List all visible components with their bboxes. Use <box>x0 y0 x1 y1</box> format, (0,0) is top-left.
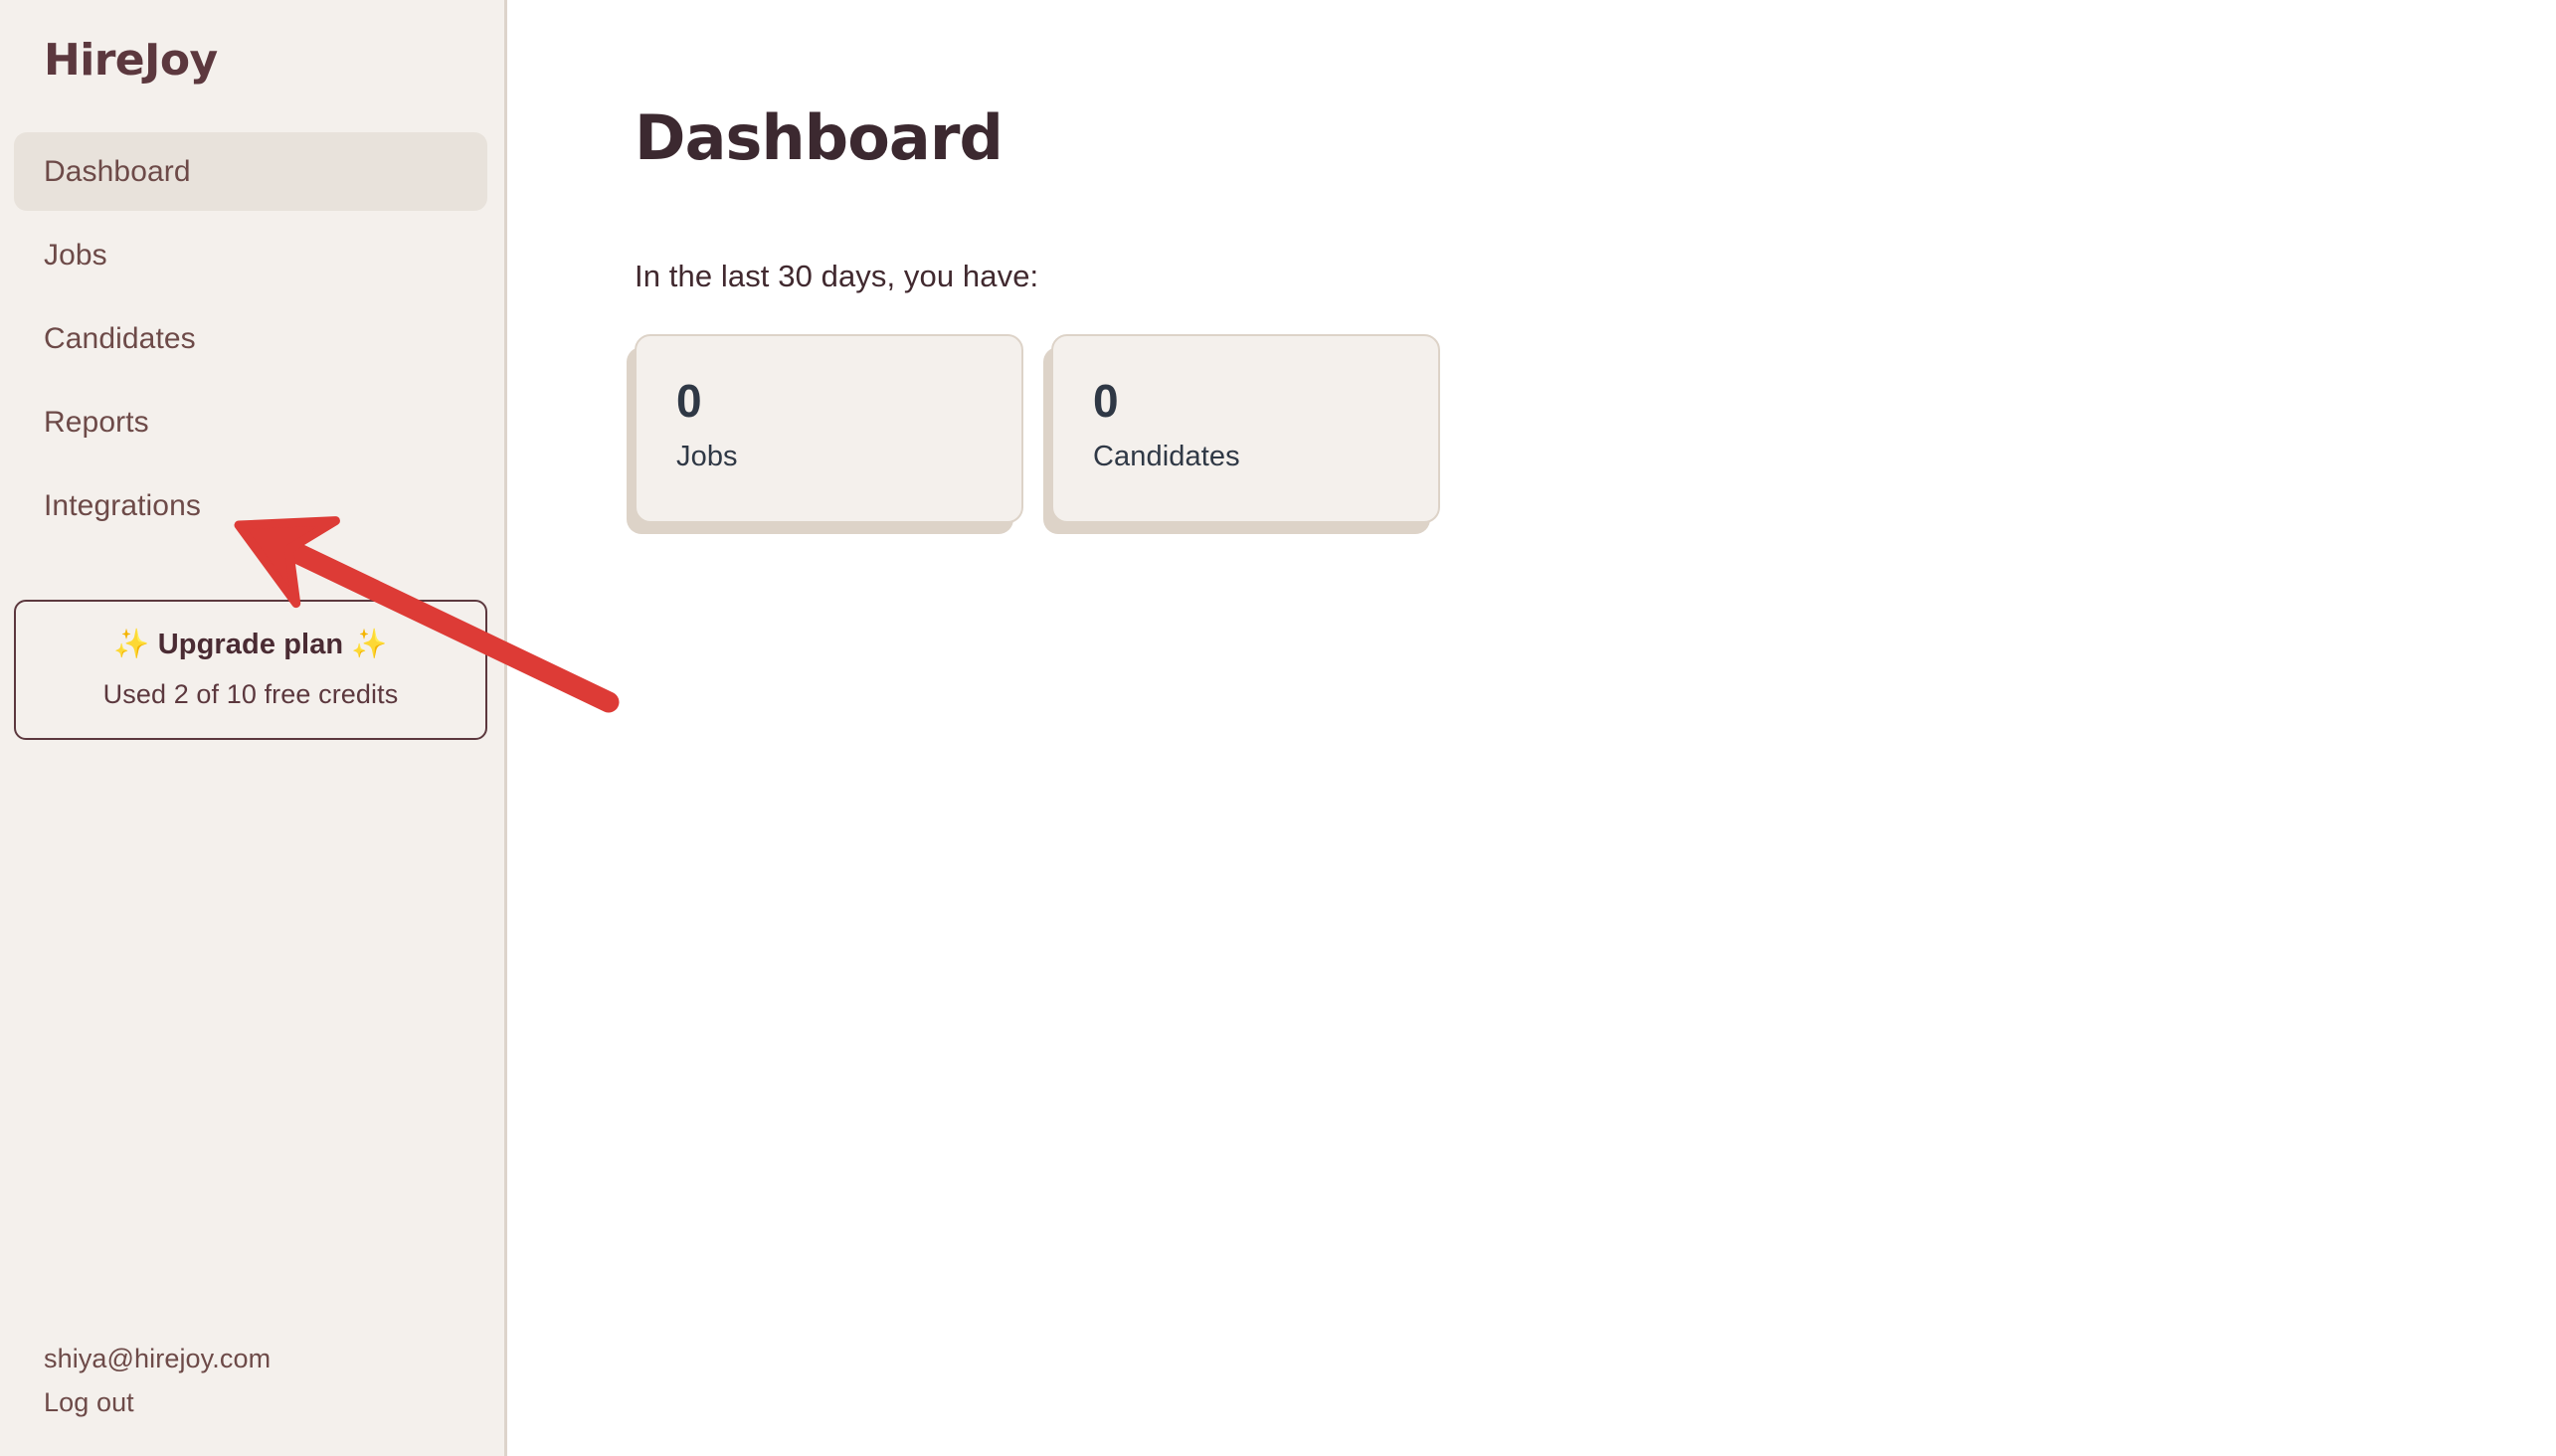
sidebar-item-reports[interactable]: Reports <box>14 383 487 461</box>
sidebar-item-integrations[interactable]: Integrations <box>14 466 487 545</box>
stat-card-candidates[interactable]: 0 Candidates <box>1051 334 1440 523</box>
sidebar-footer: shiya@hirejoy.com Log out <box>0 1344 504 1456</box>
stat-value: 0 <box>676 375 702 427</box>
sparkles-icon-left: ✨ <box>113 629 150 661</box>
upgrade-credits-text: Used 2 of 10 free credits <box>102 679 399 710</box>
app-root: HireJoy Dashboard Jobs Candidates Report… <box>0 0 2556 1456</box>
main-content: Dashboard In the last 30 days, you have:… <box>507 0 2556 1456</box>
stat-label: Candidates <box>1093 441 1240 472</box>
upgrade-plan-button[interactable]: ✨ Upgrade plan ✨ Used 2 of 10 free credi… <box>14 600 487 741</box>
sparkles-icon-right: ✨ <box>351 629 388 661</box>
sidebar-nav: Dashboard Jobs Candidates Reports Integr… <box>0 132 504 550</box>
upgrade-plan-label: Upgrade plan <box>157 629 344 661</box>
sidebar-item-label: Jobs <box>44 238 107 272</box>
sidebar-item-label: Dashboard <box>44 154 191 188</box>
stats-subtitle: In the last 30 days, you have: <box>635 259 1039 293</box>
user-email: shiya@hirejoy.com <box>44 1344 272 1373</box>
brand-logo[interactable]: HireJoy <box>0 0 504 84</box>
sidebar-item-label: Reports <box>44 405 149 439</box>
sidebar: HireJoy Dashboard Jobs Candidates Report… <box>0 0 507 1456</box>
sidebar-item-label: Candidates <box>44 321 196 355</box>
sidebar-item-candidates[interactable]: Candidates <box>14 299 487 378</box>
sidebar-item-label: Integrations <box>44 488 201 522</box>
stat-value: 0 <box>1093 375 1119 427</box>
sidebar-item-dashboard[interactable]: Dashboard <box>14 132 487 212</box>
page-title: Dashboard <box>635 101 1004 174</box>
logout-button[interactable]: Log out <box>44 1387 504 1418</box>
sidebar-item-jobs[interactable]: Jobs <box>14 216 487 294</box>
upgrade-plan-title: ✨ Upgrade plan ✨ <box>26 628 475 661</box>
stat-card-jobs[interactable]: 0 Jobs <box>635 334 1023 523</box>
stat-label: Jobs <box>676 441 738 472</box>
stat-cards-row: 0 Jobs 0 Candidates <box>635 334 2556 523</box>
